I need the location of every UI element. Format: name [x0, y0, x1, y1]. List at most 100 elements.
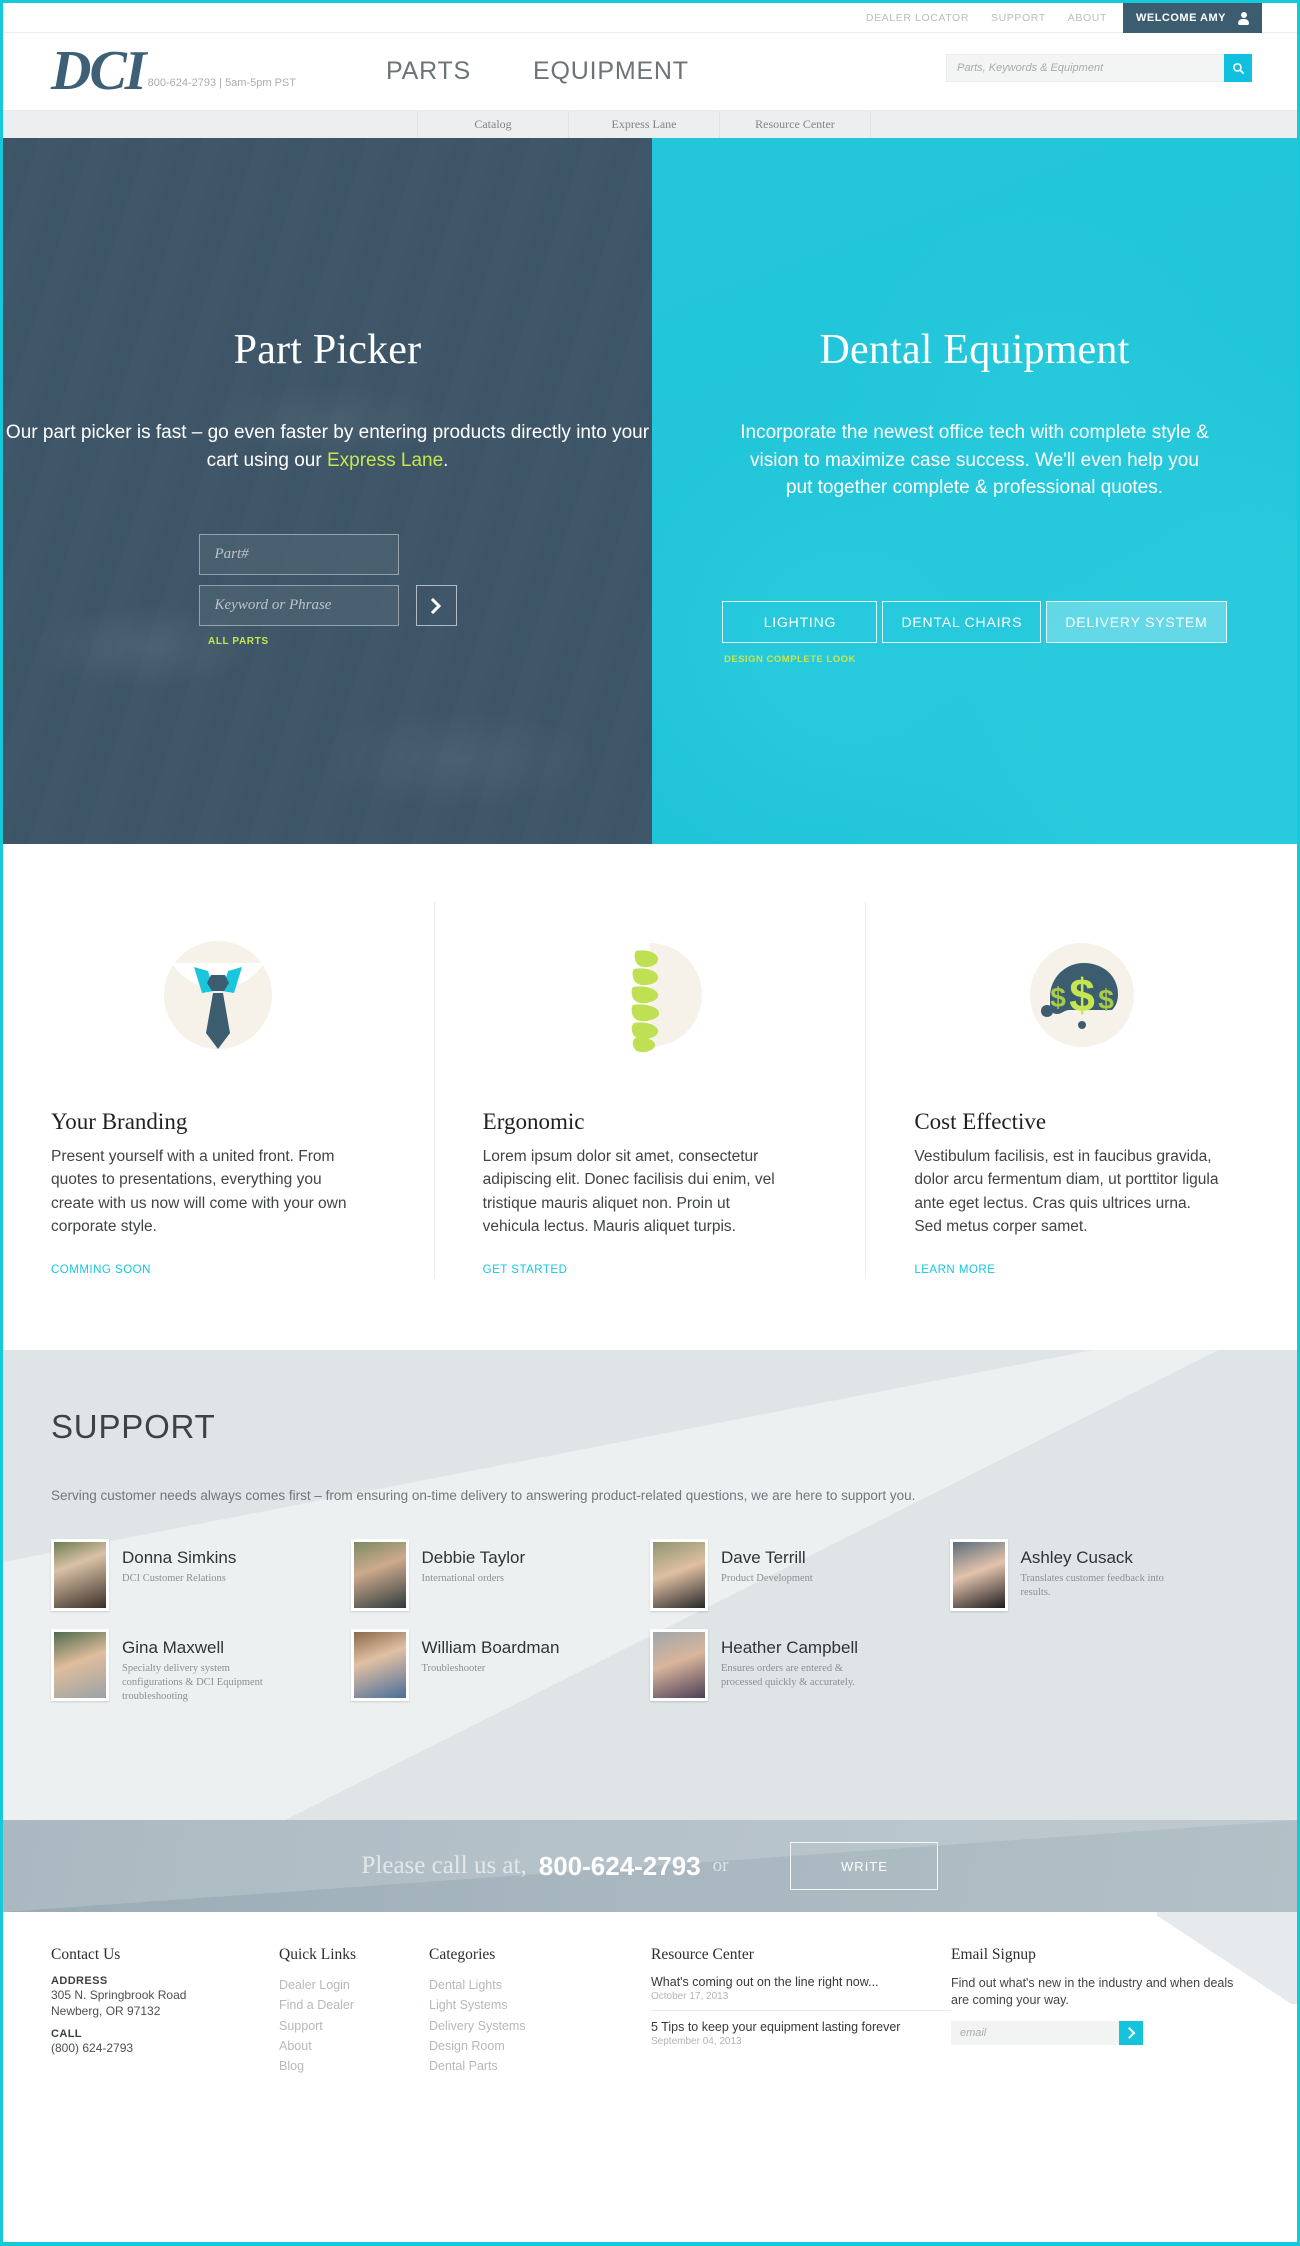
equipment-category-buttons: LIGHTING DENTAL CHAIRS DELIVERY SYSTEM	[652, 600, 1297, 643]
footer-call-label: CALL	[51, 2028, 82, 2041]
svg-text:$: $	[1050, 982, 1066, 1013]
avatar	[350, 1539, 409, 1611]
feature-cost-effective: $ $ $ Cost Effective Vestibulum facilisi…	[865, 902, 1297, 1278]
search-input[interactable]	[946, 54, 1224, 82]
staff-role: Troubleshooter	[421, 1663, 486, 1674]
list-item[interactable]: Heather Campbell Ensures orders are ente…	[650, 1629, 950, 1705]
subnav-item-express-lane[interactable]: Express Lane	[569, 111, 720, 138]
footer-link-find-a-dealer[interactable]: Find a Dealer	[279, 1995, 429, 2015]
footer-phone[interactable]: (800) 624-2793	[51, 2040, 279, 2056]
design-complete-look-link[interactable]: DESIGN COMPLETE LOOK	[652, 654, 1297, 665]
hero-part-picker: Part Picker Our part picker is fast – go…	[3, 138, 652, 844]
footer-link-about[interactable]: About	[279, 2036, 429, 2056]
feature-icon-wrap: $ $ $	[914, 902, 1249, 1087]
avatar	[51, 1539, 109, 1611]
list-item[interactable]: Debbie Taylor International orders	[350, 1539, 651, 1611]
staff-name: Debbie Taylor	[421, 1548, 526, 1567]
footer-resource-center-column: Resource Center What's coming out on the…	[651, 1946, 951, 2085]
support-section: SUPPORT Serving customer needs always co…	[3, 1350, 1297, 1820]
subnav-item-resource-center[interactable]: Resource Center	[720, 111, 871, 138]
nav-item-parts[interactable]: PARTS	[386, 57, 471, 86]
utility-link-dealer-locator[interactable]: DEALER LOCATOR	[866, 12, 969, 24]
all-parts-link[interactable]: ALL PARTS	[3, 636, 652, 647]
list-item[interactable]: What's coming out on the line right now.…	[651, 1975, 951, 2010]
feature-title: Your Branding	[51, 1109, 188, 1134]
feature-body: Lorem ipsum dolor sit amet, consectetur …	[482, 1148, 775, 1235]
feature-link-comming-soon[interactable]: COMMING SOON	[51, 1264, 151, 1276]
resource-date: October 17, 2013	[651, 1991, 729, 2002]
feature-body: Present yourself with a united front. Fr…	[51, 1148, 347, 1235]
list-item[interactable]: Donna Simkins DCI Customer Relations	[51, 1539, 351, 1611]
footer-link-support[interactable]: Support	[279, 2016, 429, 2036]
keyword-input[interactable]	[198, 585, 399, 627]
sub-nav: Catalog Express Lane Resource Center	[3, 111, 1297, 138]
footer-contact-column: Contact Us ADDRESS 305 N. Springbrook Ro…	[51, 1946, 279, 2085]
utility-link-support[interactable]: SUPPORT	[991, 12, 1046, 24]
email-field[interactable]	[951, 2020, 1119, 2045]
equipment-button-dental-chairs[interactable]: DENTAL CHAIRS	[882, 600, 1042, 643]
part-picker-description: Our part picker is fast – go even faster…	[3, 419, 652, 474]
avatar	[949, 1539, 1008, 1611]
email-submit-button[interactable]	[1119, 2020, 1143, 2045]
call-us-number[interactable]: 800-624-2793	[539, 1851, 701, 1882]
equipment-button-delivery-system[interactable]: DELIVERY SYSTEM	[1046, 600, 1227, 643]
write-button[interactable]: WRITE	[790, 1842, 939, 1890]
support-heading: SUPPORT	[51, 1408, 216, 1445]
footer-address-line1: 305 N. Springbrook Road	[51, 1988, 187, 2002]
footer-link-dental-parts[interactable]: Dental Parts	[429, 2056, 651, 2076]
footer-link-delivery-systems[interactable]: Delivery Systems	[429, 2016, 651, 2036]
utility-link-about[interactable]: ABOUT	[1068, 12, 1107, 24]
list-item[interactable]: Gina Maxwell Specialty delivery system c…	[51, 1629, 351, 1705]
main-nav: PARTS EQUIPMENT	[386, 57, 689, 86]
nav-item-equipment[interactable]: EQUIPMENT	[533, 57, 689, 86]
utility-bar: DEALER LOCATOR SUPPORT ABOUT WELCOME AMY	[3, 3, 1297, 33]
svg-text:$: $	[1098, 984, 1114, 1015]
feature-ergonomic: Ergonomic Lorem ipsum dolor sit amet, co…	[433, 902, 866, 1278]
feature-link-get-started[interactable]: GET STARTED	[483, 1264, 568, 1276]
logo-block[interactable]: DCI 800-624-2793 | 5am-5pm PST	[3, 43, 296, 99]
part-picker-fields	[198, 534, 399, 627]
header-search	[946, 54, 1252, 82]
search-button[interactable]	[1224, 54, 1252, 82]
express-lane-link[interactable]: Express Lane	[327, 450, 443, 471]
list-item[interactable]: William Boardman Troubleshooter	[350, 1629, 651, 1705]
welcome-user-button[interactable]: WELCOME AMY	[1122, 3, 1262, 33]
footer-link-light-systems[interactable]: Light Systems	[429, 1995, 651, 2015]
part-number-input[interactable]	[198, 534, 399, 576]
list-item[interactable]: Ashley Cusack Translates customer feedba…	[949, 1539, 1250, 1611]
avatar	[650, 1629, 708, 1701]
footer-link-design-room[interactable]: Design Room	[429, 2036, 651, 2056]
staff-role: Specialty delivery system configurations…	[122, 1663, 263, 1703]
subnav-item-catalog[interactable]: Catalog	[418, 111, 569, 138]
footer-link-dealer-login[interactable]: Dealer Login	[279, 1975, 429, 1995]
footer-address-line2: Newberg, OR 97132	[51, 2004, 161, 2019]
feature-title: Ergonomic	[482, 1109, 585, 1134]
footer-link-blog[interactable]: Blog	[279, 2056, 429, 2076]
feature-link-learn-more[interactable]: LEARN MORE	[914, 1264, 995, 1276]
part-picker-submit-button[interactable]	[415, 585, 457, 627]
avatar	[350, 1629, 409, 1701]
footer-heading: Quick Links	[279, 1946, 357, 1963]
staff-name: Heather Campbell	[721, 1638, 859, 1657]
list-item[interactable]: 5 Tips to keep your equipment lasting fo…	[651, 2010, 951, 2055]
email-signup-description: Find out what's new in the industry and …	[951, 1976, 1234, 2007]
search-icon	[1232, 62, 1244, 74]
avatar	[650, 1539, 708, 1611]
equipment-button-lighting[interactable]: LIGHTING	[722, 600, 878, 643]
feature-icon-wrap	[51, 902, 386, 1087]
footer-link-dental-lights[interactable]: Dental Lights	[429, 1975, 651, 1995]
staff-name: Gina Maxwell	[122, 1638, 225, 1657]
footer-heading: Contact Us	[51, 1946, 121, 1963]
feature-body: Vestibulum facilisis, est in faucibus gr…	[914, 1148, 1219, 1235]
staff-role: DCI Customer Relations	[122, 1573, 226, 1584]
footer-heading: Resource Center	[651, 1946, 754, 1963]
part-picker-title: Part Picker	[233, 327, 422, 373]
avatar	[51, 1629, 109, 1701]
welcome-label: WELCOME AMY	[1135, 12, 1226, 24]
feature-title: Cost Effective	[914, 1109, 1047, 1134]
staff-grid: Donna Simkins DCI Customer Relations Deb…	[51, 1539, 1249, 1705]
dental-equipment-description: Incorporate the newest office tech with …	[740, 422, 1209, 499]
page-root: DEALER LOCATOR SUPPORT ABOUT WELCOME AMY…	[0, 0, 1300, 2246]
staff-name: Ashley Cusack	[1020, 1548, 1133, 1567]
list-item[interactable]: Dave Terrill Product Development	[650, 1539, 950, 1611]
